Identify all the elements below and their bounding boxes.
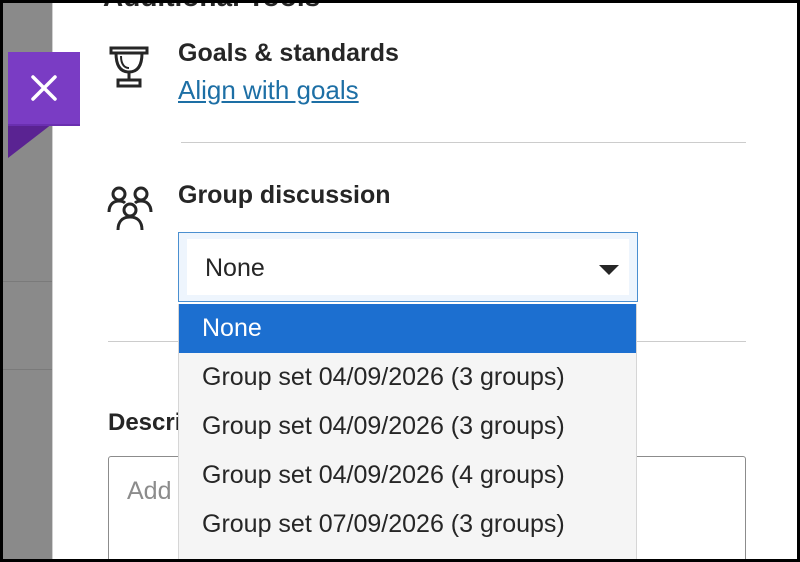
align-with-goals-link[interactable]: Align with goals: [178, 75, 359, 106]
goals-title: Goals & standards: [178, 39, 399, 67]
close-tab-fold: [8, 124, 52, 158]
option-group-set[interactable]: Group set 04/09/2026 (3 groups): [179, 353, 636, 402]
option-none[interactable]: None: [179, 304, 636, 353]
select-field: None: [187, 239, 629, 295]
option-group-set[interactable]: Group set 07/09/2026 (3 groups): [179, 500, 636, 549]
discussion-settings-panel: Additional Tools Goals & standards Align…: [0, 0, 800, 562]
chevron-down-icon: [599, 265, 619, 275]
trophy-icon: [106, 44, 152, 95]
divider: [181, 142, 746, 143]
group-set-dropdown: None Group set 04/09/2026 (3 groups) Gro…: [178, 304, 637, 559]
close-panel-button[interactable]: [8, 52, 80, 126]
option-group-set[interactable]: Group set 04/09/2026 (4 groups): [179, 451, 636, 500]
select-value: None: [205, 254, 265, 282]
group-icon: [106, 184, 154, 237]
close-icon: [31, 75, 57, 101]
description-label: Description: [108, 409, 178, 436]
group-set-select[interactable]: None: [178, 232, 638, 302]
panel-heading: Additional Tools: [103, 3, 320, 13]
option-group-set[interactable]: Group set 04/09/2026 (3 groups): [179, 402, 636, 451]
group-discussion-title: Group discussion: [178, 181, 391, 209]
